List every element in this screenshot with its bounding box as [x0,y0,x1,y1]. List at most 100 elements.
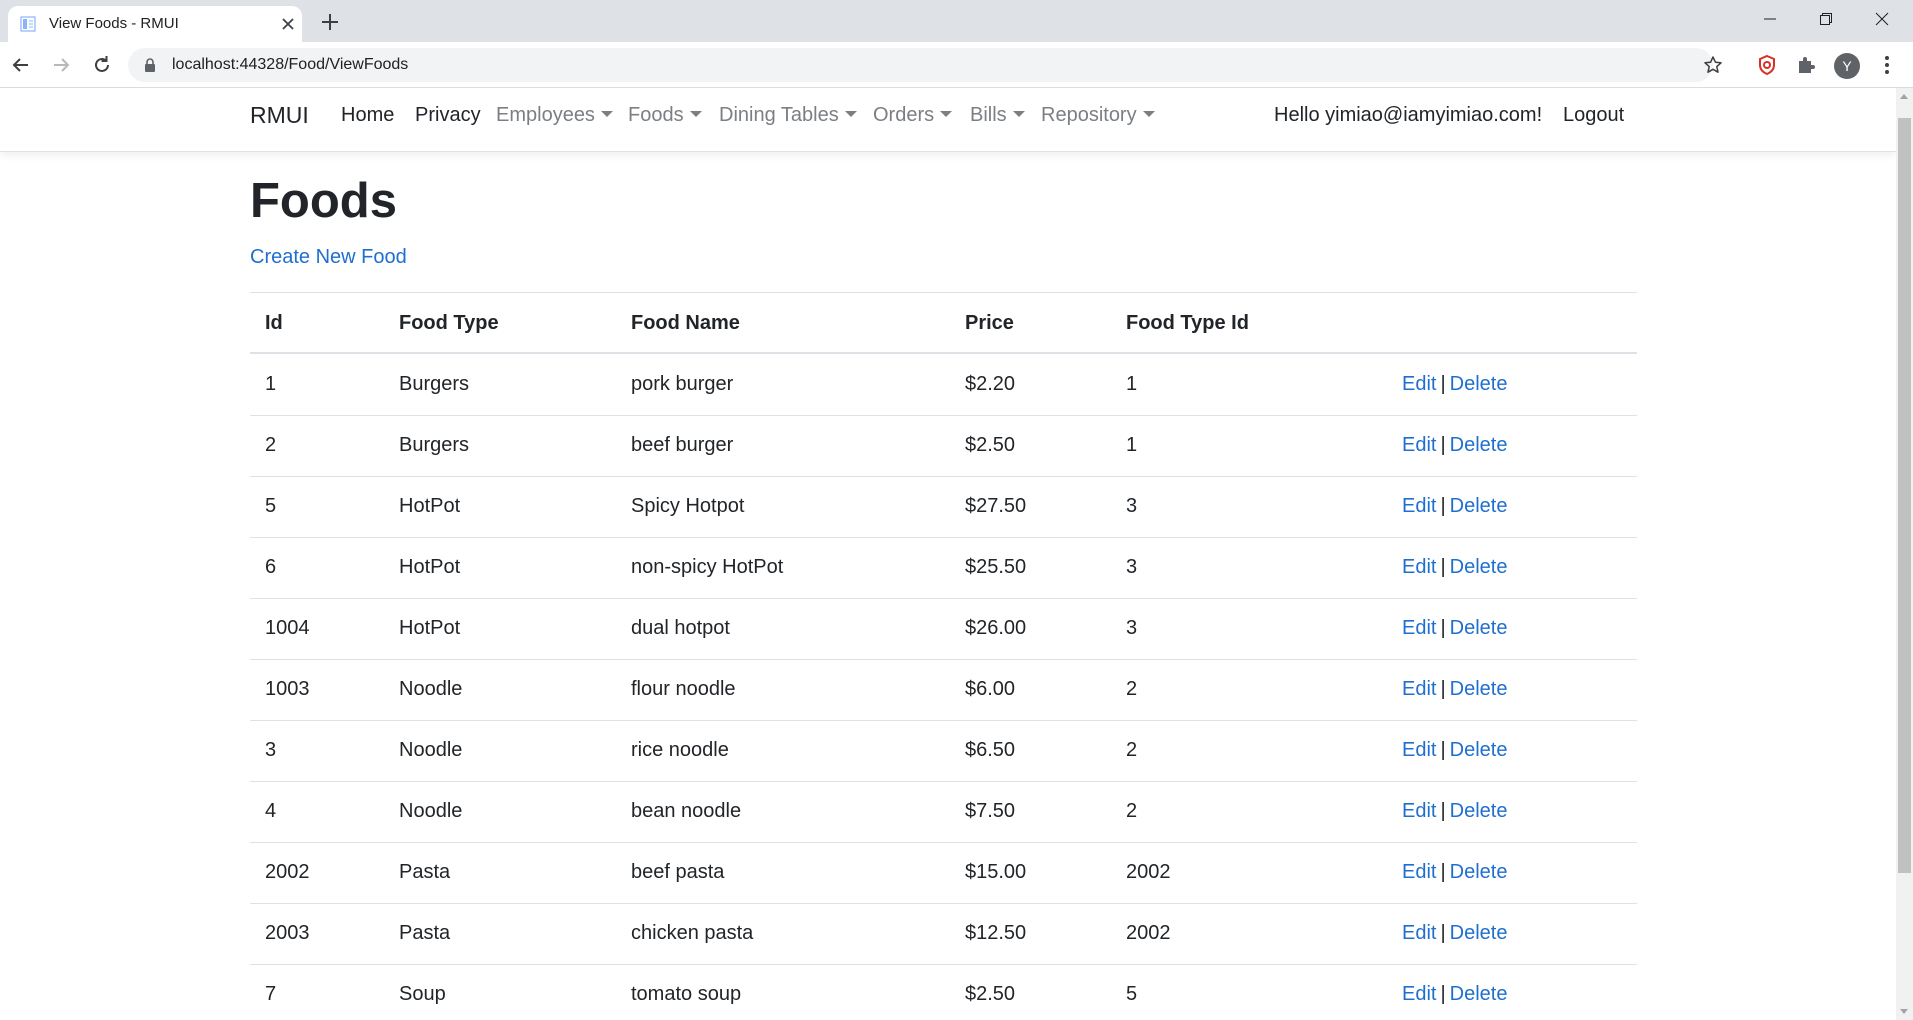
delete-link[interactable]: Delete [1450,678,1508,700]
lock-icon[interactable] [143,57,157,73]
edit-link[interactable]: Edit [1402,434,1436,456]
bookmark-star-icon[interactable] [1703,55,1723,75]
reload-icon[interactable] [89,52,115,78]
action-separator: | [1440,495,1446,517]
forward-arrow-icon[interactable] [48,52,74,78]
back-arrow-icon[interactable] [8,52,34,78]
scroll-up-arrow-icon[interactable] [1900,94,1908,99]
extensions-puzzle-icon[interactable] [1795,54,1817,76]
action-separator: | [1440,922,1446,944]
delete-link[interactable]: Delete [1450,495,1508,517]
browser-tabstrip: View Foods - RMUI [0,0,1913,42]
price-cell: $2.50 [965,434,1016,456]
nav-privacy-link[interactable]: Privacy [415,104,481,127]
nav-home-link[interactable]: Home [341,104,394,127]
edit-link[interactable]: Edit [1402,617,1436,639]
id-cell: 2002 [265,861,310,883]
food-type-cell: Pasta [399,861,451,883]
row-actions: Edit | Delete [1402,739,1507,762]
price-cell: $2.20 [965,373,1016,395]
url-text[interactable]: localhost:44328/Food/ViewFoods [172,56,408,74]
create-new-food-link[interactable]: Create New Food [250,246,407,269]
nav-dining-tables-dropdown[interactable]: Dining Tables [719,104,857,127]
browser-menu-icon[interactable] [1876,54,1898,76]
delete-link[interactable]: Delete [1450,434,1508,456]
browser-tab[interactable]: View Foods - RMUI [8,6,302,42]
food-type-id-cell: 5 [1126,983,1138,1005]
food-type-id-cell: 3 [1126,495,1138,517]
delete-link[interactable]: Delete [1450,922,1508,944]
edit-link[interactable]: Edit [1402,739,1436,761]
chevron-down-icon [940,111,953,117]
column-header-food-type: Food Type [399,312,499,334]
delete-link[interactable]: Delete [1450,861,1508,883]
food-name-cell: chicken pasta [631,922,754,944]
nav-foods-dropdown[interactable]: Foods [628,104,702,127]
id-cell: 1 [265,373,277,395]
food-type-id-cell: 2 [1126,678,1138,700]
id-cell: 2003 [265,922,310,944]
edit-link[interactable]: Edit [1402,983,1436,1005]
edit-link[interactable]: Edit [1402,495,1436,517]
food-type-id-cell: 1 [1126,373,1138,395]
id-cell: 1003 [265,678,310,700]
edit-link[interactable]: Edit [1402,922,1436,944]
nav-employees-dropdown[interactable]: Employees [496,104,613,127]
edit-link[interactable]: Edit [1402,678,1436,700]
extension-shield-icon[interactable] [1756,54,1778,76]
table-row: 2002 Pasta beef pasta $15.00 2002 Edit | Delete [250,843,1637,904]
food-name-cell: non-spicy HotPot [631,556,784,578]
minimize-icon [1764,18,1776,20]
id-cell: 4 [265,800,277,822]
delete-link[interactable]: Delete [1450,556,1508,578]
row-actions: Edit | Delete [1402,434,1507,457]
close-window-button[interactable] [1853,0,1913,38]
food-name-cell: pork burger [631,373,734,395]
brand-link[interactable]: RMUI [250,102,309,129]
price-cell: $6.50 [965,739,1016,761]
chevron-down-icon [689,111,702,117]
delete-link[interactable]: Delete [1450,617,1508,639]
table-row: 6 HotPot non-spicy HotPot $25.50 3 Edit | Delet… [250,538,1637,599]
address-bar[interactable]: localhost:44328/Food/ViewFoods [128,48,1722,82]
nav-repository-dropdown[interactable]: Repository [1041,104,1155,127]
edit-link[interactable]: Edit [1402,556,1436,578]
minimize-button[interactable] [1741,0,1801,38]
new-tab-icon[interactable] [318,10,342,34]
scrollbar-thumb[interactable] [1898,118,1911,873]
id-cell: 3 [265,739,277,761]
price-cell: $12.50 [965,922,1027,944]
table-row: 1 Burgers pork burger $2.20 1 Edit | Delete [250,355,1637,416]
food-type-id-cell: 2 [1126,739,1138,761]
column-header-id: Id [265,312,283,334]
page-scrollbar[interactable] [1896,88,1913,1020]
restore-button[interactable] [1797,0,1857,38]
edit-link[interactable]: Edit [1402,373,1436,395]
page-favicon-icon [20,16,36,32]
nav-dining-tables-label: Dining Tables [719,104,839,126]
close-tab-icon[interactable] [278,14,298,34]
row-actions: Edit | Delete [1402,800,1507,823]
nav-bills-dropdown[interactable]: Bills [970,104,1025,127]
food-name-cell: rice noodle [631,739,729,761]
scroll-down-arrow-icon[interactable] [1900,1009,1908,1014]
action-separator: | [1440,617,1446,639]
action-separator: | [1440,983,1446,1005]
food-type-cell: HotPot [399,495,461,517]
user-greeting-link[interactable]: Hello yimiao@iamyimiao.com! [1274,104,1542,127]
delete-link[interactable]: Delete [1450,800,1508,822]
logout-button[interactable]: Logout [1563,104,1624,127]
edit-link[interactable]: Edit [1402,861,1436,883]
profile-avatar[interactable]: Y [1834,53,1860,79]
table-row: 2 Burgers beef burger $2.50 1 Edit | Delete [250,416,1637,477]
nav-bills-label: Bills [970,104,1007,126]
nav-orders-dropdown[interactable]: Orders [873,104,953,127]
id-cell: 5 [265,495,277,517]
edit-link[interactable]: Edit [1402,800,1436,822]
delete-link[interactable]: Delete [1450,373,1508,395]
page-title: Foods [250,174,397,228]
delete-link[interactable]: Delete [1450,739,1508,761]
price-cell: $15.00 [965,861,1027,883]
food-name-cell: bean noodle [631,800,742,822]
delete-link[interactable]: Delete [1450,983,1508,1005]
